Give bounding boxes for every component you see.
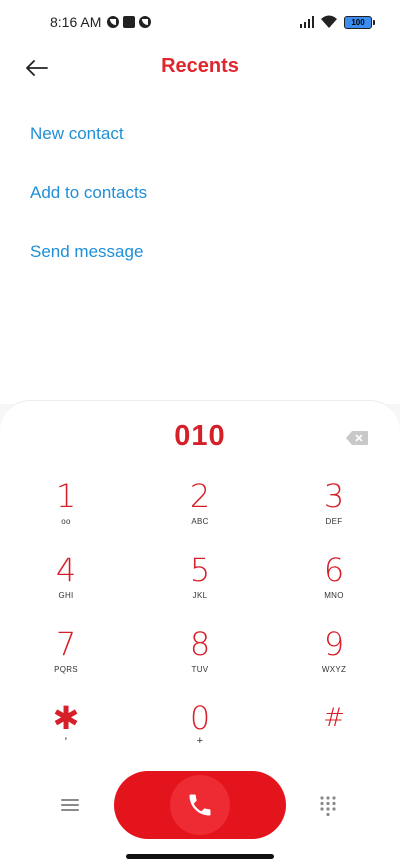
- signal-icon: [299, 16, 314, 28]
- recents-screen: Recents New contact Add to contacts Send…: [0, 44, 400, 404]
- new-contact-link[interactable]: New contact: [30, 124, 124, 144]
- dialed-number[interactable]: 010: [0, 420, 400, 453]
- key-digit: #: [323, 703, 345, 733]
- call-button[interactable]: [114, 771, 286, 839]
- header: Recents: [0, 44, 400, 92]
- phone-icon: [189, 794, 211, 816]
- key-digit: 9: [323, 625, 345, 663]
- key-letters: PQRS: [54, 665, 78, 674]
- key-digit: 0: [189, 699, 211, 737]
- key-digit: ✱: [52, 699, 80, 737]
- status-time: 8:16 AM: [50, 14, 102, 30]
- add-to-contacts-link[interactable]: Add to contacts: [30, 183, 147, 203]
- key-6[interactable]: 6 MNO: [279, 553, 389, 617]
- key-digit: 7: [55, 625, 77, 663]
- key-8[interactable]: 8 TUV: [145, 627, 255, 691]
- voicemail-icon: ᴏᴏ: [61, 517, 71, 526]
- battery-icon: 100: [344, 15, 375, 29]
- menu-icon: [61, 799, 79, 811]
- status-bar: 8:16 AM 100: [0, 0, 400, 44]
- key-2[interactable]: 2 ABC: [145, 479, 255, 543]
- battery-level: 100: [351, 17, 365, 27]
- key-letters: ’: [64, 735, 68, 749]
- key-4[interactable]: 4 GHI: [11, 553, 121, 617]
- key-letters: JKL: [192, 591, 208, 600]
- notification-square-icon: [123, 16, 136, 28]
- call-button-inner: [170, 775, 230, 835]
- key-3[interactable]: 3 DEF: [279, 479, 389, 543]
- key-star[interactable]: ✱ ’: [11, 701, 121, 765]
- key-letters: TUV: [191, 665, 209, 674]
- dialpad-icon: [320, 796, 336, 817]
- key-hash[interactable]: #: [279, 701, 389, 765]
- backspace-button[interactable]: [346, 431, 368, 445]
- dialpad-toggle-button[interactable]: [318, 795, 338, 817]
- dialer-bottom-bar: [0, 771, 400, 841]
- send-message-link[interactable]: Send message: [30, 242, 143, 262]
- key-digit: 6: [323, 551, 345, 589]
- notification-icon: [107, 16, 120, 28]
- wifi-icon: [321, 15, 337, 28]
- backspace-icon: [346, 431, 368, 445]
- key-letters: ABC: [191, 517, 209, 526]
- page-title: Recents: [161, 55, 239, 77]
- key-letters: +: [196, 735, 204, 747]
- menu-button[interactable]: [58, 795, 82, 815]
- key-1[interactable]: 1 ᴏᴏ: [11, 479, 121, 543]
- key-digit: 5: [189, 551, 211, 589]
- key-5[interactable]: 5 JKL: [145, 553, 255, 617]
- key-digit: 8: [189, 625, 211, 663]
- key-digit: 3: [323, 477, 345, 515]
- key-letters: WXYZ: [321, 665, 347, 674]
- key-0[interactable]: 0 +: [145, 701, 255, 765]
- key-digit: 4: [55, 551, 77, 589]
- status-left: 8:16 AM: [50, 14, 152, 30]
- notification-icon-2: [139, 16, 152, 28]
- status-right: 100: [299, 15, 375, 29]
- key-letters: MNO: [324, 591, 344, 600]
- key-9[interactable]: 9 WXYZ: [279, 627, 389, 691]
- key-7[interactable]: 7 PQRS: [11, 627, 121, 691]
- key-digit: 2: [189, 477, 211, 515]
- key-letters: DEF: [325, 517, 343, 526]
- home-indicator[interactable]: [126, 854, 274, 859]
- key-digit: 1: [55, 477, 77, 515]
- key-letters: GHI: [58, 591, 74, 600]
- dialpad-panel: 010 1 ᴏᴏ 2 ABC 3 DEF 4 GHI 5 JKL 6 MNO 7…: [0, 400, 400, 866]
